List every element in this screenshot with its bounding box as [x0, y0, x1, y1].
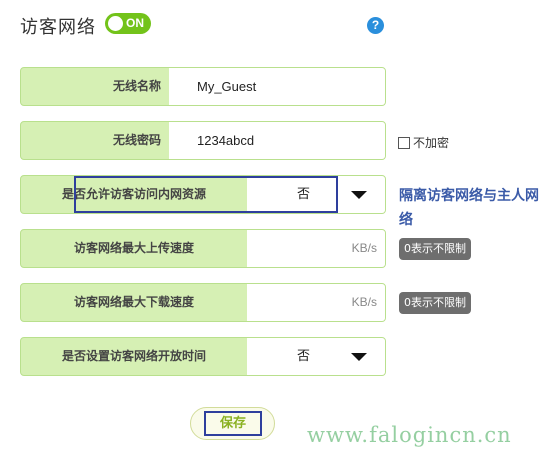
download-input[interactable]: KB/s: [247, 284, 385, 321]
highlight-frame: [74, 176, 338, 213]
page-title: 访客网络: [20, 17, 96, 38]
schedule-row: 是否设置访客网络开放时间 否: [20, 337, 386, 376]
help-icon[interactable]: ?: [367, 17, 384, 34]
no-encryption-checkbox[interactable]: [398, 137, 410, 149]
ssid-input[interactable]: My_Guest: [169, 68, 385, 105]
chevron-down-icon[interactable]: [351, 191, 367, 199]
schedule-label: 是否设置访客网络开放时间: [61, 349, 206, 363]
download-hint-badge: 0表示不限制: [399, 292, 471, 314]
download-label: 访客网络最大下载速度: [73, 295, 194, 309]
schedule-value: 否: [297, 349, 311, 364]
password-value: 1234abcd: [197, 133, 255, 148]
password-input[interactable]: 1234abcd: [169, 122, 385, 159]
download-unit: KB/s: [351, 295, 377, 309]
isolation-note: 隔离访客网络与主人网络: [399, 188, 539, 228]
upload-input[interactable]: KB/s: [247, 230, 385, 267]
save-button[interactable]: 保存: [190, 407, 275, 440]
watermark: www.falogincn.cn: [307, 423, 512, 447]
upload-row: 访客网络最大上传速度 KB/s: [20, 229, 386, 268]
upload-hint-badge: 0表示不限制: [399, 238, 471, 260]
no-encryption-option[interactable]: 不加密: [398, 134, 449, 151]
password-label: 无线密码: [112, 133, 161, 147]
schedule-select[interactable]: 否: [247, 338, 385, 375]
ssid-value: My_Guest: [197, 79, 257, 94]
toggle-label: ON: [126, 16, 144, 30]
save-button-label: 保存: [204, 411, 262, 436]
password-row: 无线密码 1234abcd: [20, 121, 386, 160]
chevron-down-icon[interactable]: [351, 353, 367, 361]
guest-network-toggle[interactable]: ON: [105, 13, 151, 34]
upload-label: 访客网络最大上传速度: [73, 241, 194, 255]
ssid-row: 无线名称 My_Guest: [20, 67, 386, 106]
download-row: 访客网络最大下载速度 KB/s: [20, 283, 386, 322]
upload-unit: KB/s: [351, 241, 377, 255]
ssid-label: 无线名称: [112, 79, 161, 93]
toggle-knob: [108, 16, 123, 31]
no-encryption-label: 不加密: [413, 136, 450, 150]
